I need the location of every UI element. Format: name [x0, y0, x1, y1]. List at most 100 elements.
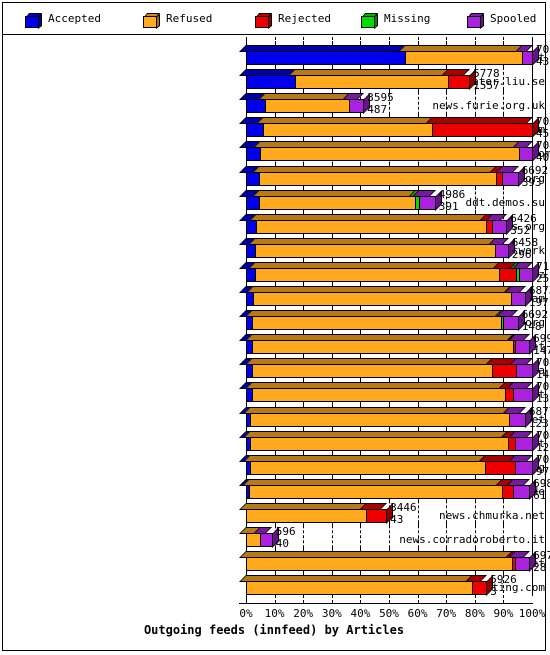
- bar-value-total: 3446: [390, 500, 417, 514]
- bar-value-total: 5926: [490, 573, 517, 587]
- bar-row: [237, 406, 545, 428]
- bar-segment-spooled: [516, 364, 533, 379]
- bar-value-secondary: 3: [490, 585, 497, 599]
- bar-row: [237, 261, 545, 283]
- bar-value-total: 6458: [511, 235, 539, 249]
- bar-segment-refused: [258, 171, 498, 186]
- bar-row: [237, 237, 545, 259]
- legend-item-rejected: Rejected: [255, 9, 331, 29]
- legend-label: Refused: [166, 12, 213, 25]
- bar-segment-spooled: [519, 147, 533, 162]
- bar-value-secondary: 296: [511, 247, 532, 261]
- bar-segment-spooled: [513, 484, 531, 499]
- bar-row: [237, 382, 545, 404]
- bar-row: [237, 141, 545, 163]
- bar-value-secondary: 4394: [536, 55, 550, 68]
- bar-segment-rejected: [431, 123, 533, 138]
- bar-row: [237, 213, 545, 235]
- bar-value-total: 7174: [536, 259, 550, 273]
- bar-value-total: 6873: [528, 284, 550, 297]
- bar-segment-refused: [263, 123, 433, 138]
- bar-value-total: 3595: [367, 91, 394, 105]
- legend-label: Rejected: [278, 12, 331, 25]
- bar-value-secondary: 28: [533, 561, 547, 575]
- bar-segment-refused: [248, 484, 503, 499]
- bar-segment-refused: [250, 460, 486, 475]
- bar-segment-spooled: [501, 171, 519, 186]
- bar-row: [237, 430, 545, 452]
- bar-segment-refused: [246, 533, 262, 547]
- bar-segment-accepted: [246, 99, 266, 114]
- bar-segment-spooled: [513, 388, 533, 403]
- bar-segment-spooled: [514, 340, 531, 355]
- bar-value-secondary: 61: [533, 488, 547, 502]
- bar-value-total: 596: [275, 525, 296, 538]
- bar-value-total: 7048: [536, 356, 550, 370]
- bar-row: [237, 189, 545, 211]
- bar-segment-rejected: [499, 267, 518, 282]
- bar-value-secondary: 97: [536, 464, 550, 478]
- bar-value-total: 4986: [438, 187, 466, 201]
- bar-segment-rejected: [471, 581, 488, 596]
- bar-value-secondary: 133: [536, 392, 550, 406]
- bar-segment-spooled: [491, 219, 508, 234]
- bar-value-total: 7033: [536, 452, 550, 466]
- bar-segment-spooled: [509, 412, 526, 427]
- bar-segment-refused: [246, 508, 368, 523]
- cube-icon: [25, 13, 43, 29]
- bar-segment-refused: [258, 195, 416, 210]
- bar-value-secondary: 251: [536, 271, 550, 285]
- bar-value-total: 6978: [533, 549, 550, 563]
- bar-value-total: 7030: [536, 43, 550, 56]
- bar-segment-spooled: [494, 243, 509, 258]
- chart-legend: Accepted Refused Rejected Missing Spooled: [3, 3, 545, 35]
- bar-segment-spooled: [510, 292, 526, 306]
- bar-value-secondary: 43: [390, 512, 404, 526]
- bar-segment-spooled: [260, 533, 273, 547]
- bar-segment-refused: [251, 340, 515, 355]
- bars-container: 7030439457781557359548770364587040400669…: [237, 35, 550, 652]
- bar-row: [237, 117, 545, 139]
- bar-row: [237, 334, 545, 356]
- bar-value-total: 6692: [521, 163, 549, 177]
- x-axis-title: Outgoing feeds (innfeed) by Articles: [143, 623, 405, 638]
- bar-row: [237, 454, 545, 476]
- bar-segment-spooled: [503, 316, 519, 331]
- chart-plot-area: news.netfront.netnyheter.lysator.liu.sen…: [3, 35, 550, 652]
- bar-value-total: 6877: [528, 404, 550, 418]
- bar-segment-spooled: [514, 436, 533, 451]
- bar-segment-accepted: [246, 195, 260, 210]
- bar-segment-rejected: [366, 508, 388, 523]
- bar-value-secondary: 121: [536, 440, 550, 454]
- bar-segment-spooled: [419, 195, 436, 210]
- bar-value-total: 6426: [510, 211, 537, 225]
- bar-value-secondary: 391: [438, 199, 459, 213]
- bar-row: [237, 45, 545, 66]
- bar-segment-refused: [246, 557, 513, 572]
- bar-value-secondary: 458: [536, 127, 550, 141]
- bar-segment-refused: [294, 75, 449, 90]
- bar-row: [237, 551, 545, 573]
- bar-segment-rejected: [491, 364, 518, 379]
- bar-value-total: 6991: [533, 332, 550, 346]
- bar-segment-refused: [251, 364, 493, 379]
- bar-segment-accepted: [246, 123, 265, 138]
- cube-icon: [361, 13, 379, 29]
- cube-icon: [467, 13, 485, 29]
- bar-segment-spooled: [514, 557, 531, 572]
- bar-value-total: 7036: [536, 115, 550, 129]
- bar-value-total: 5778: [473, 67, 500, 81]
- bar-segment-refused: [246, 581, 473, 596]
- legend-item-accepted: Accepted: [25, 9, 101, 29]
- bar-segment-spooled: [519, 267, 533, 282]
- bar-row: [237, 310, 545, 332]
- bar-value-secondary: 1557: [473, 79, 500, 93]
- bar-segment-refused: [250, 436, 509, 451]
- bar-value-secondary: 487: [367, 103, 388, 117]
- legend-item-spooled: Spooled: [467, 9, 536, 29]
- legend-label: Missing: [384, 12, 431, 25]
- bar-value-total: 7040: [536, 139, 550, 153]
- bar-segment-spooled: [514, 460, 533, 475]
- bar-row: [237, 358, 545, 380]
- x-axis-line: [239, 603, 533, 605]
